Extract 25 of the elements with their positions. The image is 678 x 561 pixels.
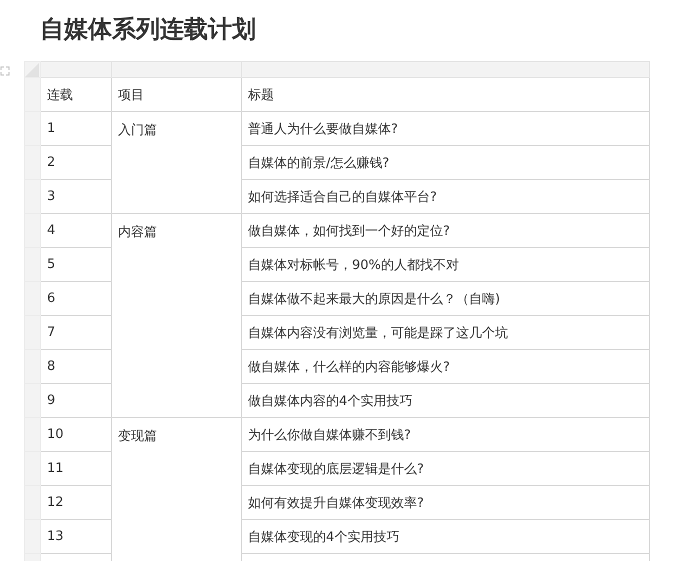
table-cell: 10 [40,418,112,452]
table-cell: 为什么你做自媒体赚不到钱? [242,418,650,452]
table-cell: 自媒体做不起来最大的原因是什么？（自嗨) [242,282,650,316]
table-cell: 自媒体对标帐号，90%的人都找不对 [242,248,650,282]
table-cell: 变现篇 [112,418,242,561]
table-cell: 做自媒体内容的4个实用技巧 [242,384,650,418]
table-cell: 如何有效提升自媒体变现效率? [242,486,650,520]
table-cell: 做自媒体，什么样的内容能够爆火? [242,350,650,384]
column-header: 连载 [40,78,112,112]
page-title: 自媒体系列连载计划 [39,14,257,45]
table-cell: 自媒体内容没有浏览量，可能是踩了这几个坑 [242,316,650,350]
expand-icon[interactable] [0,66,10,76]
table-cell: 入门篇 [112,112,242,214]
table-cell: 普通人为什么要做自媒体? [242,112,650,146]
table-cell: 内容篇 [112,214,242,418]
table-cell: 如何选择适合自己的自媒体平台? [242,180,650,214]
table-cell: 自媒体变现的4个实用技巧 [242,520,650,554]
corner-icon[interactable] [25,63,39,77]
column-header: 标题 [242,78,650,112]
column-header: 项目 [112,78,242,112]
table-cell: 1 [40,112,112,146]
table-cell: 自媒体的前景/怎么赚钱? [242,146,650,180]
table-cell: 自媒体变现的底层逻辑是什么? [242,452,650,486]
table-cell: 做自媒体，如何找到一个好的定位? [242,214,650,248]
table-cell: 4 [40,214,112,248]
